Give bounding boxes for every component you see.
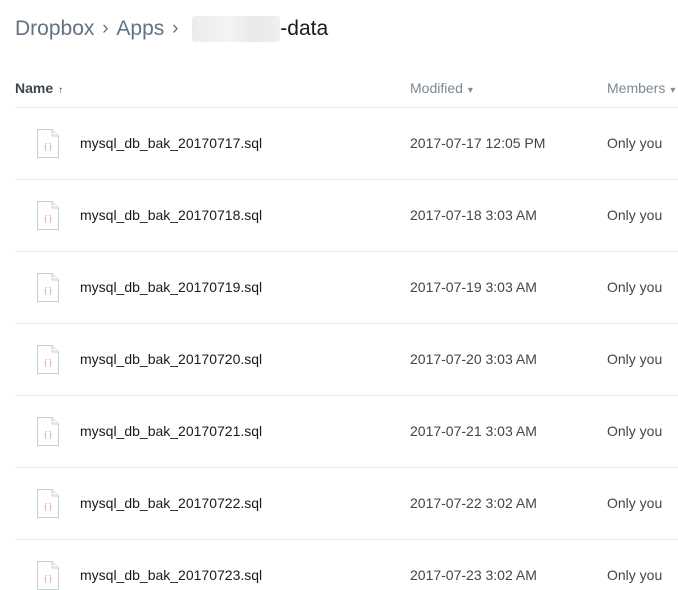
file-name[interactable]: mysql_db_bak_20170723.sql <box>80 567 262 583</box>
caret-down-icon: ▾ <box>467 85 473 96</box>
column-header-members-label: Members <box>607 80 666 96</box>
svg-text:{}: {} <box>43 574 53 583</box>
chevron-right-icon: › <box>172 18 179 39</box>
file-members: Only you <box>607 207 663 223</box>
file-members: Only you <box>607 567 663 583</box>
file-members: Only you <box>607 135 663 151</box>
file-row[interactable]: {} mysql_db_bak_20170723.sql 2017-07-23 … <box>15 540 678 590</box>
file-name[interactable]: mysql_db_bak_20170722.sql <box>80 495 262 511</box>
breadcrumb: Dropbox › Apps › -data <box>15 14 328 44</box>
file-modified-date: 2017-07-20 3:03 AM <box>410 351 537 367</box>
breadcrumb-dropbox[interactable]: Dropbox <box>15 17 94 41</box>
file-modified-date: 2017-07-22 3:02 AM <box>410 495 537 511</box>
file-name[interactable]: mysql_db_bak_20170720.sql <box>80 351 262 367</box>
chevron-right-icon: › <box>102 18 109 39</box>
file-members: Only you <box>607 495 663 511</box>
code-file-icon: {} <box>37 201 59 230</box>
file-members: Only you <box>607 351 663 367</box>
svg-text:{}: {} <box>43 286 53 295</box>
column-header-name[interactable]: Name ↑ <box>15 80 63 96</box>
column-header-modified-label: Modified <box>410 80 463 96</box>
column-header-modified[interactable]: Modified ▾ <box>410 80 473 96</box>
file-browser: Dropbox › Apps › -data Name ↑ Modified ▾ M… <box>0 0 678 590</box>
file-modified-date: 2017-07-17 12:05 PM <box>410 135 546 151</box>
file-members: Only you <box>607 279 663 295</box>
file-modified-date: 2017-07-19 3:03 AM <box>410 279 537 295</box>
redacted-folder-name <box>192 16 281 42</box>
file-modified-date: 2017-07-21 3:03 AM <box>410 423 537 439</box>
file-name[interactable]: mysql_db_bak_20170718.sql <box>80 207 262 223</box>
file-row[interactable]: {} mysql_db_bak_20170719.sql 2017-07-19 … <box>15 252 678 324</box>
file-name[interactable]: mysql_db_bak_20170719.sql <box>80 279 262 295</box>
file-modified-date: 2017-07-18 3:03 AM <box>410 207 537 223</box>
code-file-icon: {} <box>37 561 59 590</box>
sort-arrow-up-icon: ↑ <box>58 85 64 96</box>
file-row[interactable]: {} mysql_db_bak_20170721.sql 2017-07-21 … <box>15 396 678 468</box>
file-row[interactable]: {} mysql_db_bak_20170718.sql 2017-07-18 … <box>15 180 678 252</box>
svg-text:{}: {} <box>43 142 53 151</box>
file-list: {} mysql_db_bak_20170717.sql 2017-07-17 … <box>15 108 678 590</box>
code-file-icon: {} <box>37 273 59 302</box>
svg-text:{}: {} <box>43 358 53 367</box>
svg-text:{}: {} <box>43 502 53 511</box>
code-file-icon: {} <box>37 417 59 446</box>
file-row[interactable]: {} mysql_db_bak_20170722.sql 2017-07-22 … <box>15 468 678 540</box>
column-header-name-label: Name <box>15 80 54 96</box>
column-header-row: Name ↑ Modified ▾ Members ▾ <box>15 70 678 108</box>
breadcrumb-current-folder: -data <box>280 17 329 40</box>
caret-down-icon: ▾ <box>670 85 676 96</box>
svg-text:{}: {} <box>43 430 53 439</box>
file-name[interactable]: mysql_db_bak_20170717.sql <box>80 135 262 151</box>
column-header-members[interactable]: Members ▾ <box>607 80 675 96</box>
file-name[interactable]: mysql_db_bak_20170721.sql <box>80 423 262 439</box>
file-modified-date: 2017-07-23 3:02 AM <box>410 567 537 583</box>
code-file-icon: {} <box>37 489 59 518</box>
file-members: Only you <box>607 423 663 439</box>
file-row[interactable]: {} mysql_db_bak_20170717.sql 2017-07-17 … <box>15 108 678 180</box>
code-file-icon: {} <box>37 345 59 374</box>
breadcrumb-apps[interactable]: Apps <box>116 17 164 41</box>
file-row[interactable]: {} mysql_db_bak_20170720.sql 2017-07-20 … <box>15 324 678 396</box>
code-file-icon: {} <box>37 129 59 158</box>
svg-text:{}: {} <box>43 214 53 223</box>
